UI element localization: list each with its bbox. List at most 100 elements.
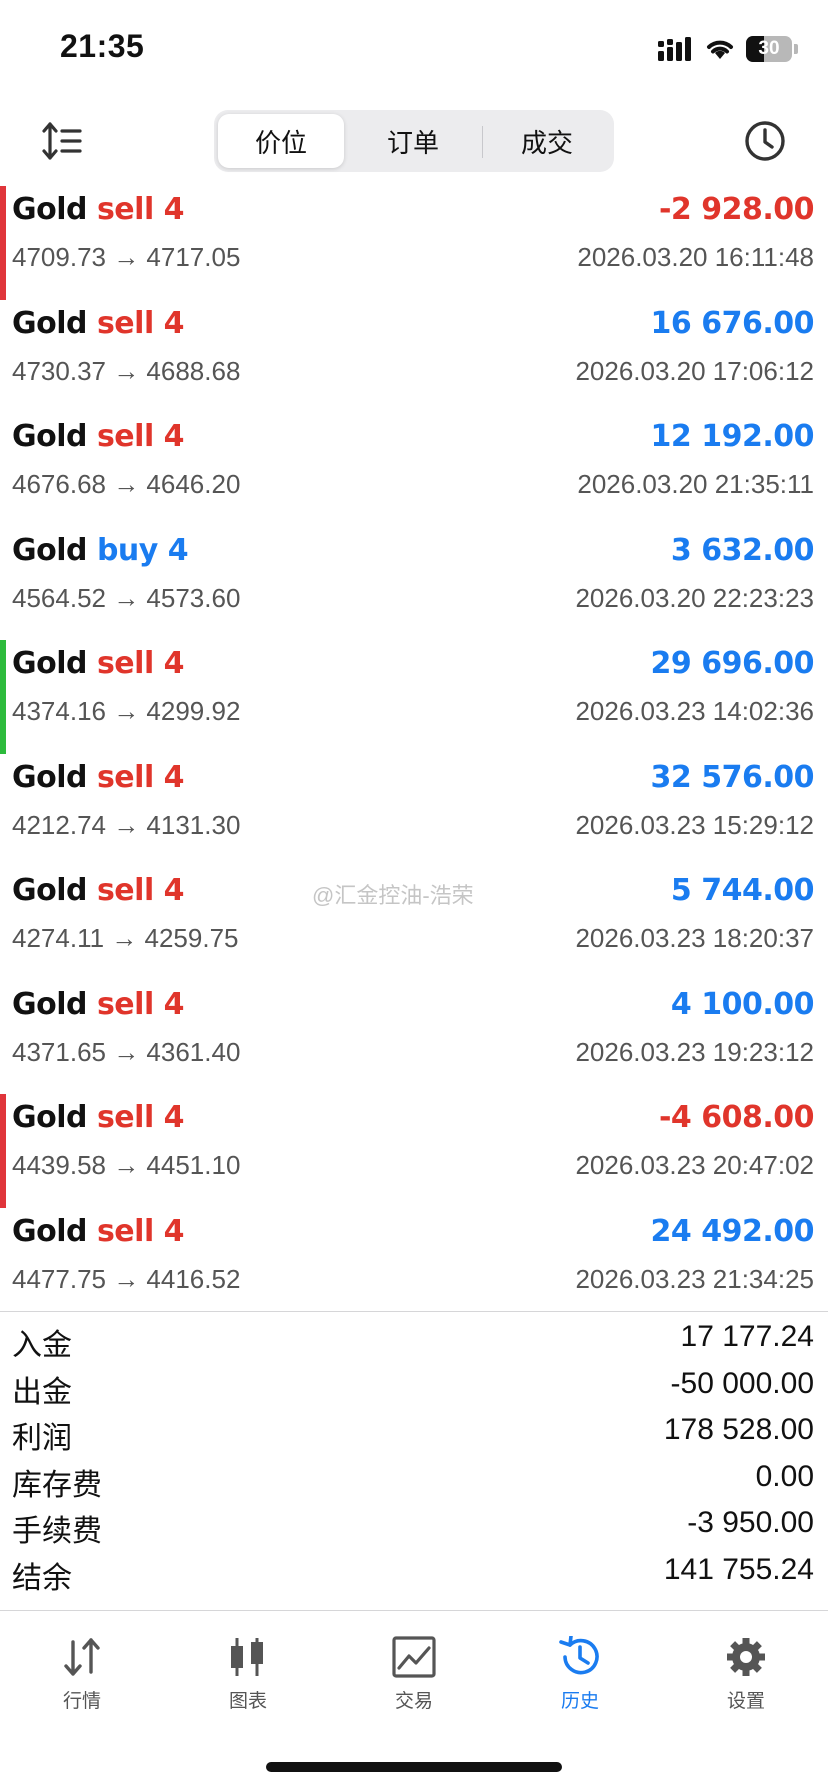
quotes-arrows-icon bbox=[64, 1638, 100, 1676]
trade-profit: 3 632.00 bbox=[670, 532, 815, 568]
trade-symbol: Gold bbox=[12, 873, 88, 908]
tab-deals[interactable]: 成交 bbox=[484, 114, 610, 168]
segmented-control: 价位 订单 成交 bbox=[214, 110, 614, 172]
tab-price[interactable]: 价位 bbox=[218, 114, 344, 168]
trade-row[interactable]: Gold sell 4 4730.37 → 4688.68 16 676.00 202… bbox=[0, 300, 828, 414]
trade-profit: 5 744.00 bbox=[670, 873, 815, 908]
trade-status-bar bbox=[0, 1208, 6, 1322]
trade-row[interactable]: Gold sell 4 4439.58 → 4451.10 -4 608.00 202… bbox=[0, 1094, 828, 1208]
trade-time: 2026.03.20 17:06:12 bbox=[575, 355, 814, 386]
trade-title: Gold sell 4 bbox=[12, 986, 185, 1022]
trade-side: sell 4 bbox=[96, 986, 185, 1022]
trade-row[interactable]: Gold sell 4 4709.73 → 4717.05 -2 928.00 202… bbox=[0, 186, 828, 300]
summary-label: 手续费 bbox=[12, 1515, 102, 1548]
history-screen: 21:35 30 价位 订单 成交 Gold sell 4 4709.73 → … bbox=[0, 0, 828, 1792]
trade-side: sell 4 bbox=[96, 759, 185, 795]
trade-symbol: Gold bbox=[12, 532, 88, 568]
trade-symbol: Gold bbox=[12, 986, 88, 1022]
wifi-icon bbox=[707, 40, 733, 59]
trade-status-bar bbox=[0, 300, 6, 414]
toolbar: 价位 订单 成交 bbox=[0, 96, 828, 186]
tab-quotes-label: 行情 bbox=[62, 1691, 101, 1712]
summary-label: 结余 bbox=[12, 1561, 72, 1595]
trade-time: 2026.03.20 21:35:11 bbox=[577, 469, 814, 499]
trade-prices: 4374.16 → 4299.92 bbox=[12, 696, 241, 726]
trade-time: 2026.03.23 21:34:25 bbox=[575, 1263, 814, 1294]
summary-value: 178 528.00 bbox=[663, 1413, 814, 1446]
summary-label: 库存费 bbox=[12, 1468, 102, 1502]
tab-history[interactable]: 历史 bbox=[520, 1636, 640, 1726]
trade-profit: 29 696.00 bbox=[650, 646, 815, 681]
status-time: 21:35 bbox=[60, 28, 145, 64]
watermark: @汇金控油-浩荣 bbox=[312, 883, 474, 908]
trade-side: sell 4 bbox=[96, 305, 185, 341]
trade-prices: 4371.65 → 4361.40 bbox=[12, 1036, 241, 1067]
trade-symbol: Gold bbox=[12, 1100, 88, 1135]
status-icons: 30 bbox=[658, 34, 798, 64]
summary-divider bbox=[0, 1311, 828, 1312]
trade-status-bar bbox=[0, 981, 6, 1095]
trade-status-bar bbox=[0, 186, 6, 300]
summary-row: 库存费 0.00 bbox=[0, 1456, 828, 1503]
trade-title: Gold sell 4 bbox=[12, 192, 185, 227]
tab-charts[interactable]: 图表 bbox=[188, 1636, 308, 1726]
tab-history-label: 历史 bbox=[560, 1691, 599, 1712]
history-clock-icon bbox=[559, 1636, 599, 1675]
trade-symbol: Gold bbox=[12, 759, 88, 795]
tab-settings-label: 设置 bbox=[726, 1691, 765, 1712]
trade-row[interactable]: Gold sell 4 4374.16 → 4299.92 29 696.00 202… bbox=[0, 640, 828, 754]
trade-list: Gold sell 4 4709.73 → 4717.05 -2 928.00 202… bbox=[0, 186, 828, 1321]
trade-time: 2026.03.20 22:23:23 bbox=[575, 582, 814, 613]
trade-side: sell 4 bbox=[96, 646, 185, 681]
tab-orders[interactable]: 订单 bbox=[350, 114, 476, 168]
sort-button[interactable] bbox=[40, 118, 86, 164]
summary-row: 入金 17 177.24 bbox=[0, 1316, 828, 1363]
tab-quotes[interactable]: 行情 bbox=[22, 1636, 142, 1726]
trade-prices: 4709.73 → 4717.05 bbox=[12, 242, 241, 272]
sort-icon bbox=[42, 122, 82, 160]
trade-status-bar bbox=[0, 413, 6, 527]
summary-row: 利润 178 528.00 bbox=[0, 1409, 828, 1456]
segment-divider bbox=[482, 126, 483, 158]
trade-title: Gold sell 4 bbox=[12, 305, 185, 341]
summary-value: -50 000.00 bbox=[670, 1366, 814, 1400]
trade-row[interactable]: Gold sell 4 4477.75 → 4416.52 24 492.00 202… bbox=[0, 1208, 828, 1322]
tab-trade-label: 交易 bbox=[394, 1691, 433, 1712]
battery-icon: 30 bbox=[746, 36, 792, 62]
summary-label: 利润 bbox=[12, 1422, 72, 1455]
trade-side: buy 4 bbox=[96, 532, 189, 568]
home-indicator bbox=[266, 1762, 562, 1772]
trade-symbol: Gold bbox=[12, 419, 88, 454]
tab-charts-label: 图表 bbox=[228, 1691, 267, 1712]
summary-value: 17 177.24 bbox=[680, 1320, 814, 1353]
summary-row: 手续费 -3 950.00 bbox=[0, 1502, 828, 1549]
trade-title: Gold sell 4 bbox=[12, 419, 185, 454]
summary-row: 结余 141 755.24 bbox=[0, 1549, 828, 1596]
status-bar: 21:35 30 bbox=[0, 0, 828, 96]
signal-icon bbox=[658, 37, 691, 61]
chart-candles-icon bbox=[231, 1638, 263, 1676]
trade-side: sell 4 bbox=[96, 192, 185, 227]
trade-profit: 4 100.00 bbox=[670, 986, 815, 1022]
trade-time: 2026.03.23 20:47:02 bbox=[575, 1150, 814, 1180]
clock-icon bbox=[745, 121, 785, 161]
tab-trade[interactable]: 交易 bbox=[354, 1636, 474, 1726]
trade-title: Gold sell 4 bbox=[12, 1213, 185, 1249]
trade-status-bar bbox=[0, 754, 6, 868]
summary-value: -3 950.00 bbox=[687, 1506, 814, 1539]
trade-side: sell 4 bbox=[96, 1213, 185, 1249]
summary-label: 入金 bbox=[12, 1329, 72, 1362]
tab-settings[interactable]: 设置 bbox=[686, 1636, 806, 1726]
trade-row[interactable]: Gold sell 4 4676.68 → 4646.20 12 192.00 202… bbox=[0, 413, 828, 527]
trade-row[interactable]: Gold buy 4 4564.52 → 4573.60 3 632.00 2026.… bbox=[0, 527, 828, 641]
summary-label: 出金 bbox=[12, 1375, 72, 1409]
trade-row[interactable]: Gold sell 4 4212.74 → 4131.30 32 576.00 202… bbox=[0, 754, 828, 868]
trade-row[interactable]: Gold sell 4 4371.65 → 4361.40 4 100.00 2026… bbox=[0, 981, 828, 1095]
period-clock-button[interactable] bbox=[742, 118, 788, 164]
trade-profit: 32 576.00 bbox=[650, 759, 815, 795]
trade-side: sell 4 bbox=[96, 1100, 185, 1135]
trade-title: Gold sell 4 bbox=[12, 646, 185, 681]
trade-status-bar bbox=[0, 867, 6, 981]
trade-title: Gold buy 4 bbox=[12, 532, 189, 568]
tab-bar: 行情 图表 交易 历史 设置 bbox=[0, 1612, 828, 1732]
